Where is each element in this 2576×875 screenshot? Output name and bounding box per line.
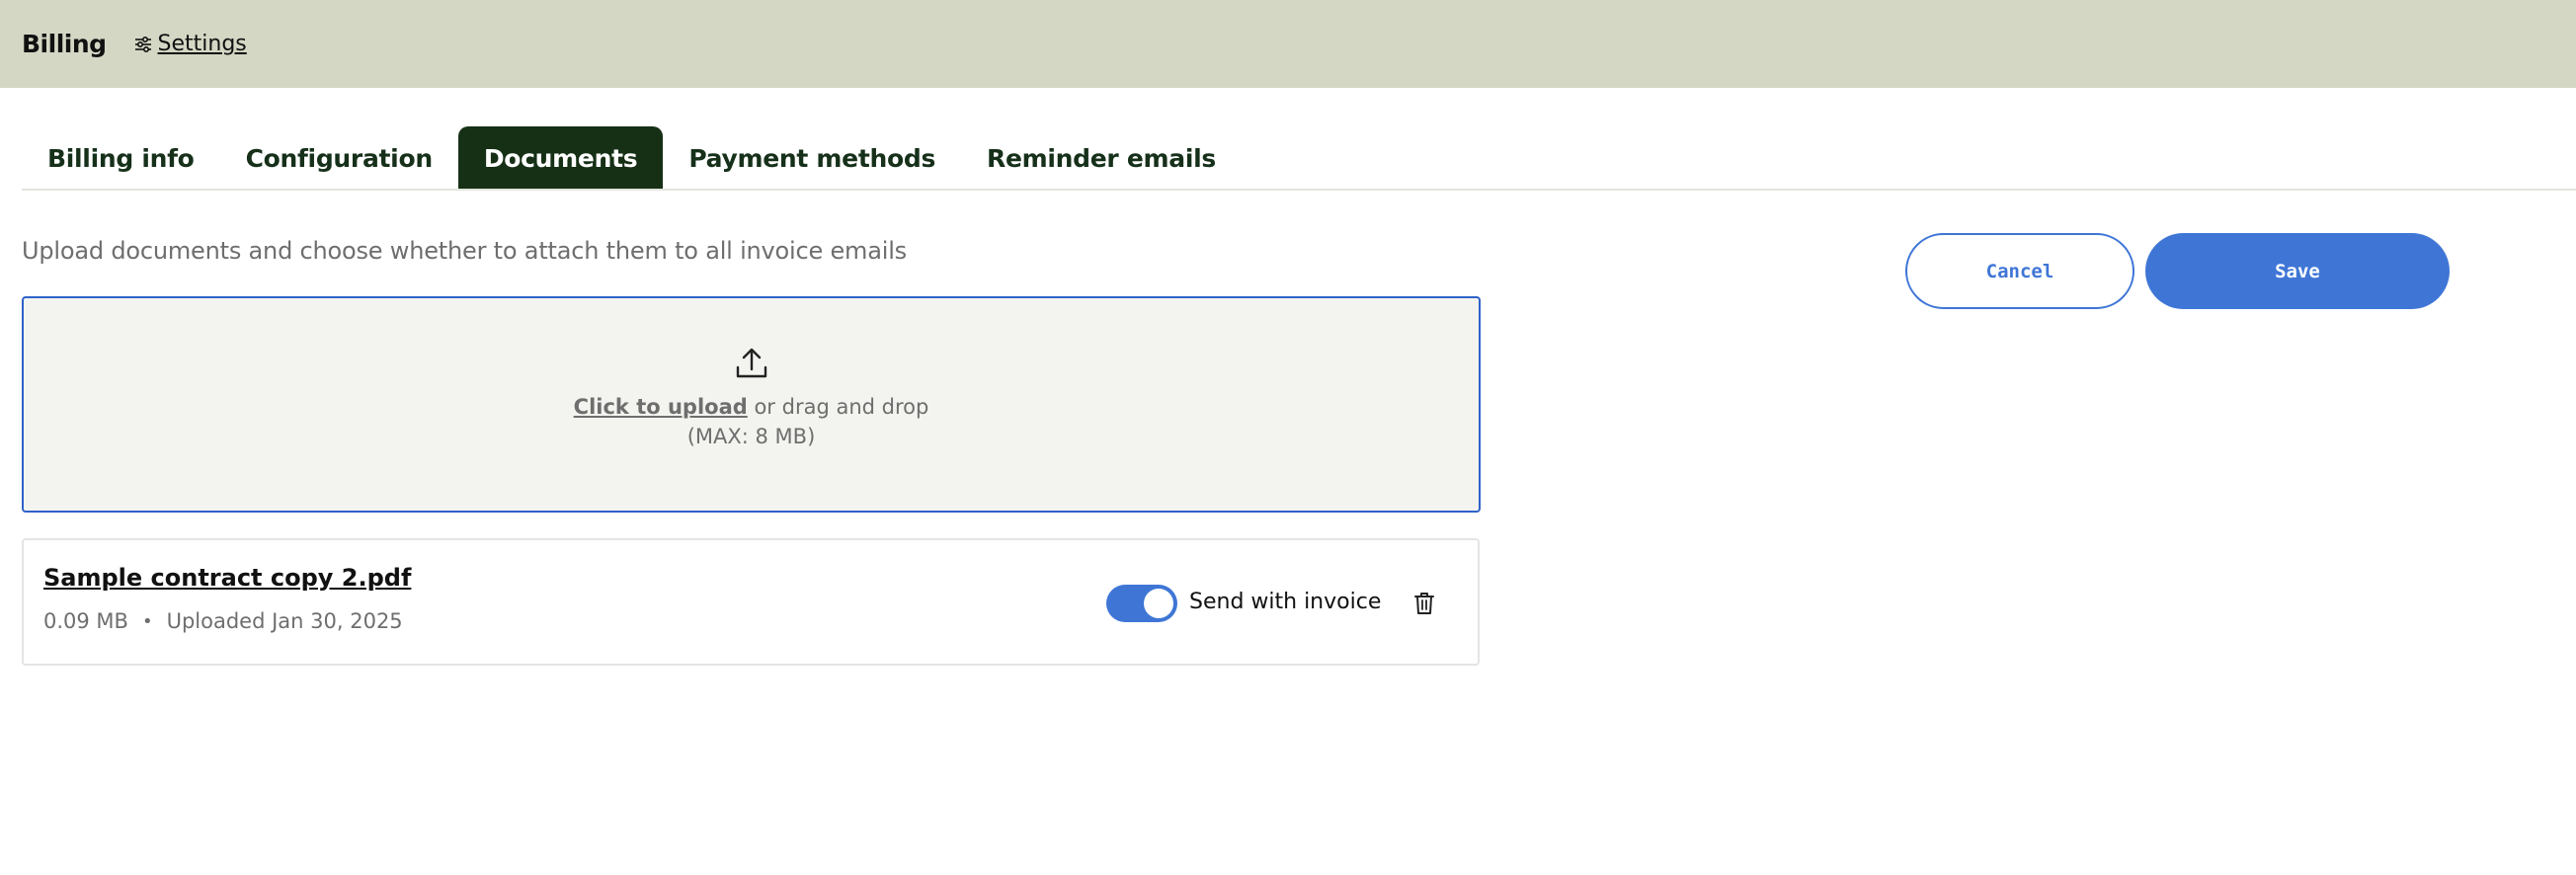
- send-with-invoice-label: Send with invoice: [1189, 590, 1382, 614]
- cancel-button[interactable]: Cancel: [1905, 233, 2134, 309]
- sliders-icon: [134, 36, 151, 52]
- send-with-invoice-toggle[interactable]: [1106, 585, 1177, 622]
- upload-instructions: Click to upload or drag and drop: [574, 395, 929, 419]
- drag-drop-text: or drag and drop: [747, 395, 929, 419]
- tab-documents[interactable]: Documents: [457, 126, 664, 190]
- tab-bar: Billing info Configuration Documents Pay…: [22, 126, 1242, 190]
- settings-label: Settings: [157, 32, 247, 56]
- tab-configuration[interactable]: Configuration: [220, 126, 458, 190]
- tab-payment-methods[interactable]: Payment methods: [663, 126, 961, 190]
- documents-description: Upload documents and choose whether to a…: [22, 237, 907, 265]
- click-to-upload-link[interactable]: Click to upload: [574, 395, 748, 419]
- page-title: Billing: [22, 30, 107, 58]
- tab-divider: [22, 189, 2576, 191]
- file-card: Sample contract copy 2.pdf 0.09 MB • Upl…: [22, 538, 1480, 666]
- save-button[interactable]: Save: [2145, 233, 2450, 309]
- upload-dropzone[interactable]: Click to upload or drag and drop (MAX: 8…: [22, 296, 1481, 513]
- upload-icon: [736, 348, 766, 378]
- file-name-link[interactable]: Sample contract copy 2.pdf: [43, 564, 411, 592]
- settings-link[interactable]: Settings: [134, 32, 247, 56]
- max-size-text: (MAX: 8 MB): [686, 425, 816, 448]
- toggle-knob: [1144, 589, 1173, 618]
- delete-file-button[interactable]: [1410, 590, 1438, 617]
- top-bar: Billing Settings: [0, 0, 2576, 88]
- file-size: 0.09 MB: [43, 609, 128, 633]
- trash-icon: [1414, 593, 1434, 614]
- tab-billing-info[interactable]: Billing info: [22, 126, 220, 190]
- meta-separator: •: [141, 610, 153, 632]
- tab-reminder-emails[interactable]: Reminder emails: [961, 126, 1242, 190]
- file-uploaded-date: Uploaded Jan 30, 2025: [166, 609, 403, 633]
- file-meta: 0.09 MB • Uploaded Jan 30, 2025: [43, 609, 403, 633]
